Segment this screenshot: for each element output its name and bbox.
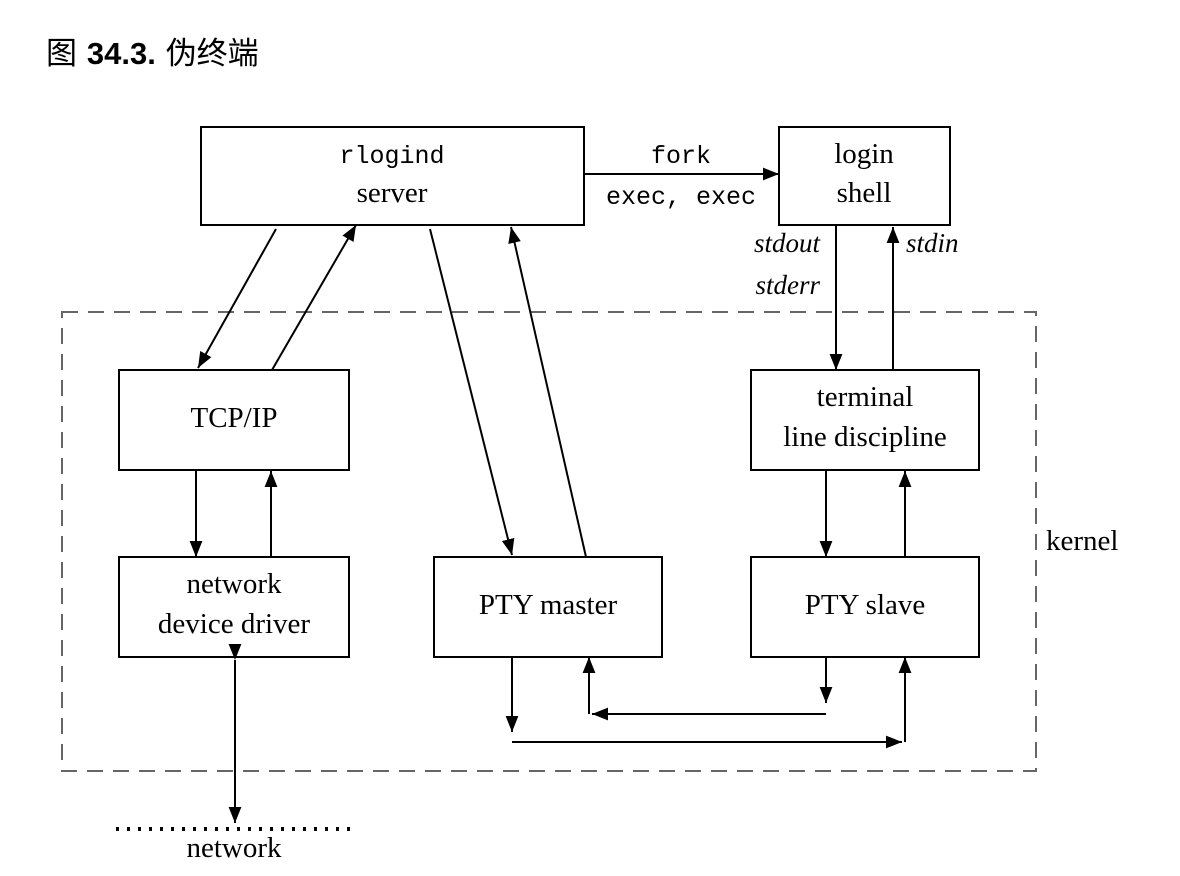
- stdout-label: stdout: [754, 228, 822, 258]
- rlogind-to-ptymaster-arrow: [429, 228, 515, 556]
- fork-label: fork: [651, 142, 711, 171]
- kernel-label: kernel: [1046, 525, 1118, 557]
- rlogind-label: rlogind: [339, 142, 444, 171]
- pty-slave-label: PTY slave: [805, 589, 926, 621]
- login-label: login: [834, 138, 894, 170]
- stderr-label: stderr: [755, 270, 820, 300]
- exec-label: exec, exec: [606, 183, 756, 212]
- tcpip-label: TCP/IP: [190, 402, 277, 434]
- stdin-label: stdin: [906, 228, 959, 258]
- network-driver-line1: network: [186, 568, 282, 600]
- line-discipline-label: line discipline: [783, 421, 947, 453]
- terminal-label: terminal: [817, 381, 914, 413]
- network-label: network: [186, 832, 282, 864]
- rlogind-to-tcpip-arrow: [197, 228, 277, 369]
- server-label: server: [357, 177, 428, 209]
- pty-master-label: PTY master: [479, 589, 618, 621]
- shell-label: shell: [837, 177, 892, 209]
- tcpip-to-rlogind-arrow: [271, 224, 357, 371]
- network-driver-line2: device driver: [158, 608, 311, 640]
- pseudo-terminal-diagram: rlogind server login shell TCP/IP termin…: [61, 126, 1118, 864]
- ptymaster-to-rlogind-arrow: [508, 226, 587, 558]
